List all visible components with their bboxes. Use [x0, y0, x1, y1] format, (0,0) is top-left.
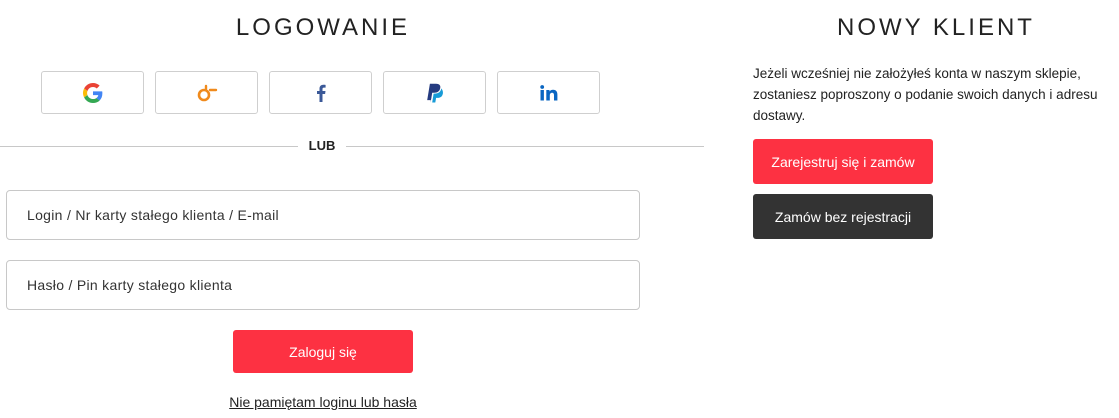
description-line: dostawy. [753, 108, 806, 123]
paypal-login-button[interactable] [383, 71, 486, 114]
new-customer-description: Jeżeli wcześniej nie założyłeś konta w n… [753, 63, 1119, 126]
linkedin-icon [539, 84, 558, 101]
divider-text: LUB [308, 138, 336, 153]
paypal-icon [426, 83, 444, 103]
facebook-login-button[interactable] [269, 71, 372, 114]
linkedin-login-button[interactable] [497, 71, 600, 114]
page: LOGOWANIE LUB Login / Nr karty stałego k… [0, 0, 1119, 418]
google-login-button[interactable] [41, 71, 144, 114]
forgot-password-link[interactable]: Nie pamiętam loginu lub hasła [0, 394, 646, 410]
login-input[interactable] [6, 190, 640, 240]
divider-line-right [346, 146, 704, 147]
or-divider: LUB [0, 136, 704, 156]
social-login-row [41, 71, 600, 114]
new-customer-title: NOWY KLIENT [837, 14, 1035, 41]
divider-line-left [0, 146, 298, 147]
login-title: LOGOWANIE [235, 14, 411, 41]
login-button[interactable]: Zaloguj się [233, 330, 413, 373]
facebook-icon [316, 84, 326, 102]
description-line: zostaniesz poproszony o podanie swoich d… [753, 87, 1098, 102]
odnoklassniki-login-button[interactable] [155, 71, 258, 114]
odnoklassniki-icon [196, 84, 218, 102]
register-and-order-button[interactable]: Zarejestruj się i zamów [753, 139, 933, 184]
google-icon [82, 82, 103, 103]
password-input[interactable] [6, 260, 640, 310]
order-without-registration-button[interactable]: Zamów bez rejestracji [753, 194, 933, 239]
description-line: Jeżeli wcześniej nie założyłeś konta w n… [753, 66, 1081, 81]
